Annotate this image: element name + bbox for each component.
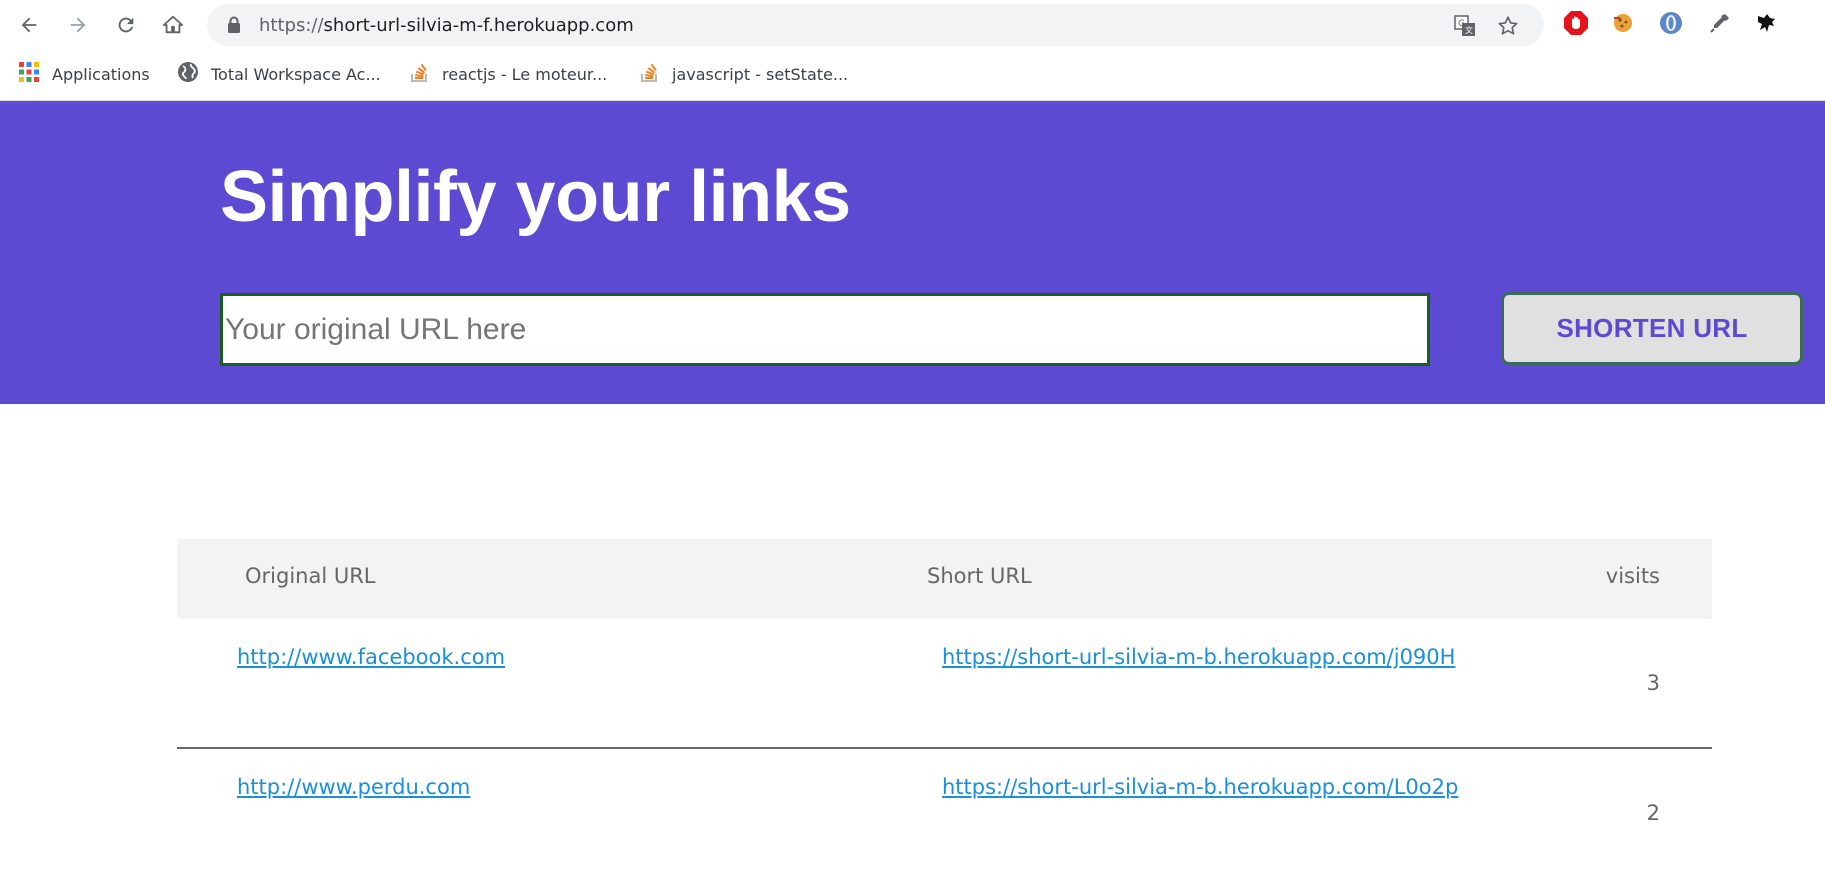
address-bar[interactable]: https://short-url-silvia-m-f.herokuapp.c… [207, 4, 1544, 46]
table-row: http://www.facebook.com https://short-ur… [177, 619, 1712, 749]
eyedropper-icon[interactable] [1705, 8, 1735, 38]
translate-icon[interactable]: G文 [1452, 13, 1478, 39]
header-visits: visits [1605, 564, 1660, 588]
svg-text:文: 文 [1465, 25, 1473, 35]
bookmark-label: reactjs - Le moteur... [442, 64, 608, 84]
globe-icon [177, 61, 199, 87]
bookmark-label: Total Workspace Ac... [211, 64, 381, 84]
url-input[interactable] [220, 293, 1430, 366]
urls-table: Original URL Short URL visits http://www… [177, 539, 1712, 879]
short-url-link[interactable]: https://short-url-silvia-m-b.herokuapp.c… [942, 645, 1455, 669]
svg-text:G: G [1458, 19, 1465, 29]
bookmark-label: Applications [52, 64, 150, 84]
opera-icon[interactable] [1656, 8, 1686, 38]
original-url-link[interactable]: http://www.facebook.com [237, 645, 505, 669]
header-short-url: Short URL [927, 564, 1032, 588]
bookmark-label: javascript - setState... [672, 64, 849, 84]
bookmarks-bar: Applications Total Workspace Ac... react… [0, 50, 1825, 101]
short-url-link[interactable]: https://short-url-silvia-m-b.herokuapp.c… [942, 775, 1458, 799]
adblock-icon[interactable] [1561, 8, 1591, 38]
bookmark-total-workspace[interactable]: Total Workspace Ac... [177, 61, 381, 87]
header-original-url: Original URL [245, 564, 376, 588]
address-text: https://short-url-silvia-m-f.herokuapp.c… [259, 15, 634, 36]
table-row: http://www.perdu.com https://short-url-s… [177, 749, 1712, 879]
url-scheme: https:// [259, 15, 324, 36]
lock-icon [227, 16, 241, 39]
apps-grid-icon [18, 61, 40, 87]
hero-banner: Simplify your links SHORTEN URL [0, 101, 1825, 404]
visits-count: 2 [1646, 801, 1660, 825]
cookie-icon[interactable] [1608, 8, 1638, 38]
home-icon[interactable] [157, 9, 189, 41]
reload-icon[interactable] [110, 9, 142, 41]
bookmark-applications[interactable]: Applications [18, 61, 150, 87]
stackoverflow-icon [640, 61, 660, 87]
stackoverflow-icon [410, 61, 430, 87]
back-icon[interactable] [13, 9, 45, 41]
shorten-url-button[interactable]: SHORTEN URL [1501, 292, 1803, 365]
bookmark-reactjs[interactable]: reactjs - Le moteur... [410, 61, 607, 87]
visits-count: 3 [1646, 671, 1660, 695]
url-host: short-url-silvia-m-f.herokuapp.com [323, 15, 634, 36]
bookmark-javascript[interactable]: javascript - setState... [640, 61, 848, 87]
original-url-link[interactable]: http://www.perdu.com [237, 775, 470, 799]
bookmark-star-icon[interactable] [1495, 13, 1521, 39]
bird-icon[interactable] [1752, 8, 1782, 38]
table-header: Original URL Short URL visits [177, 539, 1712, 619]
page-title: Simplify your links [220, 157, 851, 237]
forward-icon[interactable] [62, 9, 94, 41]
browser-toolbar: https://short-url-silvia-m-f.herokuapp.c… [0, 0, 1825, 50]
